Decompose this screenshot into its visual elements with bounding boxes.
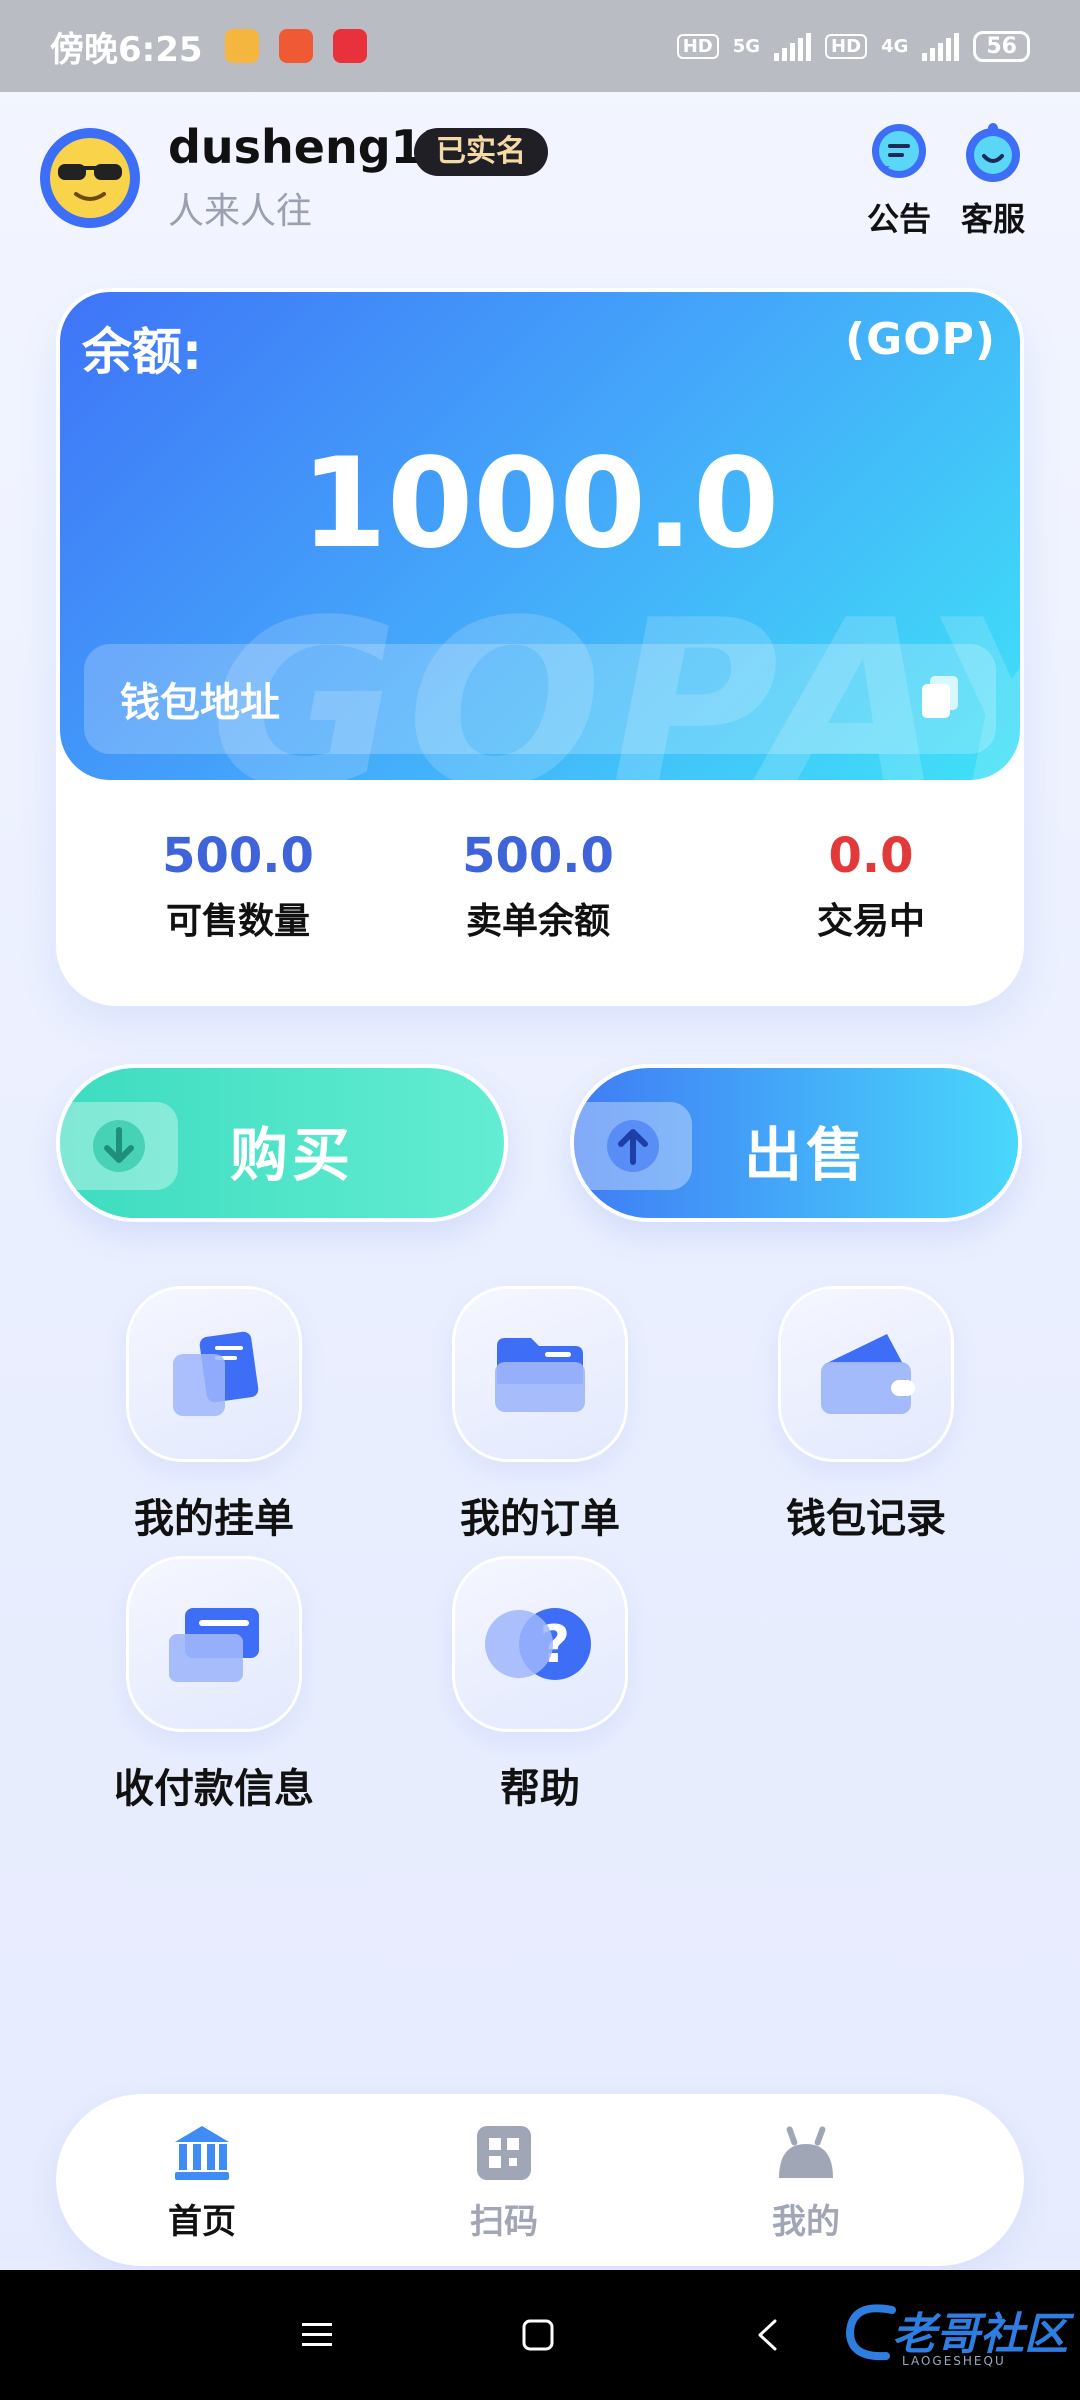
help-icon: ? — [452, 1556, 628, 1732]
hd-indicator-2: HD — [825, 33, 868, 59]
stat-trading: 0.0 交易中 — [746, 828, 996, 944]
stat-label: 交易中 — [816, 901, 925, 942]
stat-label: 可售数量 — [165, 901, 310, 942]
menu-my-listings[interactable]: 我的挂单 — [104, 1286, 324, 1544]
balance-label: 余额: — [82, 323, 202, 381]
signal-strength-icon-2 — [922, 31, 960, 61]
battery-icon: 56 — [973, 30, 1030, 62]
bank-icon — [175, 2126, 229, 2180]
customer-service-button[interactable]: 客服 — [948, 122, 1038, 240]
status-bar: 傍晚6:25 HD 5G HD 4G 56 — [0, 0, 1080, 92]
balance-stats: 500.0 可售数量 500.0 卖单余额 0.0 交易中 — [56, 828, 1024, 978]
menu-label: 我的挂单 — [134, 1496, 294, 1542]
nav-label: 我的 — [772, 2202, 840, 2242]
wallet-address: 钱包地址 — [120, 680, 280, 726]
avatar[interactable] — [40, 128, 140, 228]
notice-label: 公告 — [866, 200, 931, 238]
stat-value: 500.0 — [162, 828, 314, 884]
sell-button[interactable]: 出售 — [570, 1064, 1022, 1222]
sunglasses-emoji-icon — [50, 138, 130, 218]
customer-service-icon — [966, 123, 1020, 182]
listing-card-icon — [126, 1286, 302, 1462]
stat-sell-balance: 500.0 卖单余额 — [388, 828, 688, 944]
buy-button[interactable]: 购买 — [56, 1064, 508, 1222]
signal-strength-icon — [774, 31, 812, 61]
nav-home[interactable]: 首页 — [112, 2124, 292, 2243]
watermark-logo-subtext: LAOGESHEQU — [902, 2354, 1006, 2368]
network-type-5g: 5G — [732, 35, 761, 57]
menu-label: 我的订单 — [460, 1496, 620, 1542]
profile-icon — [779, 2126, 833, 2178]
wallet-icon — [778, 1286, 954, 1462]
buy-label: 购买 — [230, 1121, 355, 1189]
download-arrow-icon — [60, 1102, 178, 1190]
recent-apps-icon[interactable] — [292, 2310, 342, 2360]
currency-unit: (GOP) — [845, 314, 996, 365]
nav-scan[interactable]: 扫码 — [414, 2124, 594, 2243]
stat-label: 卖单余额 — [465, 901, 610, 942]
customer-service-label: 客服 — [960, 200, 1025, 238]
menu-label: 钱包记录 — [786, 1496, 946, 1542]
home-icon[interactable] — [513, 2310, 563, 2360]
folder-icon — [452, 1286, 628, 1462]
announcement-icon — [872, 124, 926, 178]
menu-help[interactable]: ? 帮助 — [430, 1556, 650, 1814]
menu-payment-info[interactable]: 收付款信息 — [104, 1556, 324, 1814]
nickname: 人来人往 — [168, 191, 313, 232]
verified-badge: 已实名 — [414, 128, 548, 176]
upload-arrow-icon — [574, 1102, 692, 1190]
copy-icon[interactable] — [920, 674, 960, 724]
menu-my-orders[interactable]: 我的订单 — [430, 1286, 650, 1544]
balance-panel: GOPAY 余额: (GOP) 1000.0 钱包地址 — [56, 288, 1024, 784]
sell-label: 出售 — [744, 1121, 869, 1189]
menu-wallet-records[interactable]: 钱包记录 — [756, 1286, 976, 1544]
nav-mine[interactable]: 我的 — [716, 2124, 896, 2243]
balance-card: GOPAY 余额: (GOP) 1000.0 钱包地址 500.0 可售数量 5… — [56, 288, 1024, 1006]
bottom-nav: 首页 扫码 我的 — [56, 2094, 1024, 2266]
qr-scan-icon — [477, 2126, 531, 2180]
back-icon[interactable] — [742, 2310, 792, 2360]
wallet-address-bar[interactable]: 钱包地址 — [84, 644, 996, 754]
stat-available: 500.0 可售数量 — [88, 828, 388, 944]
payment-card-icon — [126, 1556, 302, 1732]
nav-label: 扫码 — [470, 2202, 538, 2242]
hd-indicator: HD — [676, 33, 719, 59]
notification-app-icon — [224, 29, 259, 63]
site-watermark-logo: 老哥社区 LAOGESHEQU — [842, 2296, 1072, 2376]
notification-shop-icon — [278, 29, 313, 63]
nav-label: 首页 — [168, 2202, 236, 2242]
menu-label: 帮助 — [500, 1766, 580, 1812]
stat-value: 500.0 — [462, 828, 614, 884]
network-type-4g: 4G — [881, 35, 909, 57]
notice-button[interactable]: 公告 — [854, 122, 944, 240]
balance-amount: 1000.0 — [300, 432, 780, 576]
username: dusheng12 — [168, 120, 455, 174]
menu-label: 收付款信息 — [114, 1766, 314, 1812]
status-time: 傍晚6:25 — [50, 29, 203, 70]
stat-value: 0.0 — [828, 828, 914, 884]
notification-news-icon — [332, 29, 367, 63]
system-nav-bar: 老哥社区 LAOGESHEQU — [0, 2270, 1080, 2400]
watermark-logo-text: 老哥社区 — [892, 2309, 1068, 2360]
